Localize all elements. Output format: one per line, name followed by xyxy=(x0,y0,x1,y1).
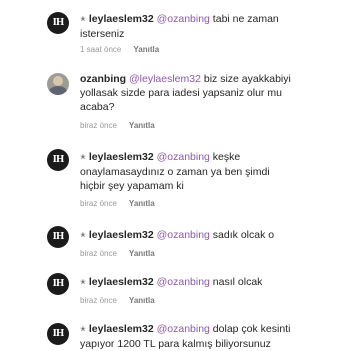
avatar[interactable]: IH xyxy=(47,12,69,34)
comment-meta: biraz önce Yanıtla xyxy=(80,121,155,130)
reply-button[interactable]: Yanıtla xyxy=(129,121,155,130)
comment-line: yapıyor 1200 TL para kalmış biliyorsunuz xyxy=(80,338,271,350)
username[interactable]: leylaeslem32 xyxy=(89,323,154,335)
timestamp: biraz önce xyxy=(80,296,117,305)
reply-button[interactable]: Yanıtla xyxy=(133,45,159,54)
mention-link[interactable]: @ozanbing xyxy=(157,276,210,288)
comment-line: biz size ayakkabiyi xyxy=(200,73,291,85)
avatar[interactable] xyxy=(47,73,69,95)
avatar-monogram: IH xyxy=(52,17,65,28)
timestamp: biraz önce xyxy=(80,121,117,130)
comment-text: ✭ leylaeslem32 @ozanbing nasıl olcak xyxy=(80,275,342,290)
mention-link[interactable]: @ozanbing xyxy=(157,151,210,163)
reply-button[interactable]: Yanıtla xyxy=(129,199,155,208)
username[interactable]: ozanbing xyxy=(80,73,126,85)
avatar-monogram: IH xyxy=(52,278,65,289)
mention-link[interactable]: @ozanbing xyxy=(157,13,210,25)
star-icon: ✭ xyxy=(80,16,86,23)
username[interactable]: leylaeslem32 xyxy=(89,229,154,241)
comment-line: onaylamasaydınız o zaman ya ben şimdi xyxy=(80,166,270,178)
avatar-monogram: IH xyxy=(52,328,65,339)
avatar[interactable]: IH xyxy=(47,226,69,248)
comment-text: ✭ leylaeslem32 @ozanbing keşke onaylamasa… xyxy=(80,150,342,193)
avatar-monogram: IH xyxy=(52,231,65,242)
comment-meta: biraz önce Yanıtla xyxy=(80,199,155,208)
comment-meta: 1 saat önce Yanıtla xyxy=(80,45,159,54)
mention-link[interactable]: @leylaeslem32 xyxy=(129,73,201,85)
avatar[interactable]: IH xyxy=(47,323,69,345)
mention-link[interactable]: @ozanbing xyxy=(157,323,210,335)
reply-button[interactable]: Yanıtla xyxy=(129,249,155,258)
comment-line: isterseniz xyxy=(80,28,125,40)
avatar-body xyxy=(49,86,67,95)
timestamp: biraz önce xyxy=(80,199,117,208)
timestamp: biraz önce xyxy=(80,249,117,258)
comment-line: acaba? xyxy=(80,101,115,113)
username[interactable]: leylaeslem32 xyxy=(89,276,154,288)
comment-meta: biraz önce Yanıtla xyxy=(80,249,155,258)
comment-line: keşke xyxy=(209,151,241,163)
star-icon: ✭ xyxy=(80,232,86,239)
avatar-monogram: IH xyxy=(52,154,65,165)
avatar[interactable]: IH xyxy=(47,149,69,171)
comment-meta: biraz önce Yanıtla xyxy=(80,296,155,305)
comment-text: ✭ leylaeslem32 @ozanbing dolap çok kesint… xyxy=(80,322,342,351)
comment-line: nasıl olcak xyxy=(209,276,263,288)
avatar[interactable]: IH xyxy=(47,273,69,295)
comment-line: tabi ne zaman xyxy=(209,13,279,25)
comment-text: ✭ leylaeslem32 @ozanbing sadık olcak o xyxy=(80,228,342,243)
reply-button[interactable]: Yanıtla xyxy=(129,296,155,305)
star-icon: ✭ xyxy=(80,154,86,161)
comment-line: sadık olcak o xyxy=(209,229,275,241)
avatar-face xyxy=(53,76,63,86)
star-icon: ✭ xyxy=(80,326,86,333)
comment-line: hiçbir şey yapamam ki xyxy=(80,180,184,192)
mention-link[interactable]: @ozanbing xyxy=(157,229,210,241)
comment-text: ozanbing @leylaeslem32 biz size ayakkabi… xyxy=(80,72,342,114)
comment-text: ✭ leylaeslem32 @ozanbing tabi ne zaman is… xyxy=(80,12,342,41)
username[interactable]: leylaeslem32 xyxy=(89,13,154,25)
username[interactable]: leylaeslem32 xyxy=(89,151,154,163)
star-icon: ✭ xyxy=(80,279,86,286)
timestamp: 1 saat önce xyxy=(80,45,122,54)
comment-line: dolap çok kesinti xyxy=(209,323,291,335)
comment-line: yollasak sizde para iadesi yapsaniz olur… xyxy=(80,87,282,99)
